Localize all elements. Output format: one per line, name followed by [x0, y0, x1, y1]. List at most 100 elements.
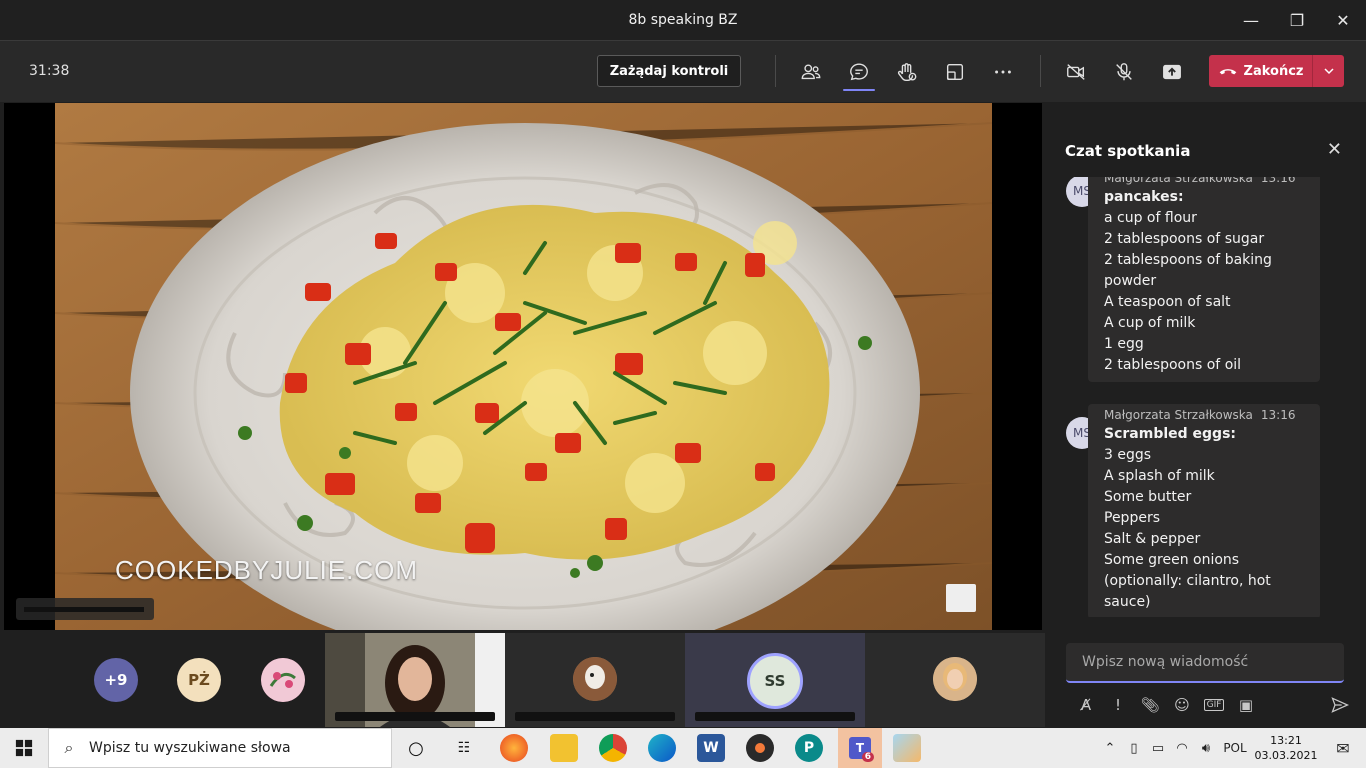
chat-panel-title: Czat spotkania: [1065, 142, 1191, 160]
redacted-name-bar: [335, 712, 495, 721]
word-icon[interactable]: W: [697, 734, 725, 762]
scrambled-eggs-plate-image: [55, 103, 992, 630]
message-line: 2 tablespoons of oil: [1104, 357, 1242, 373]
chat-message: Małgorzata Strzałkowska 13:16 pancakes: a…: [1088, 177, 1320, 382]
message-line: A splash of milk: [1104, 468, 1215, 484]
window-controls: — ❐ ✕: [1228, 0, 1366, 40]
avatar: [573, 657, 617, 701]
video-corner-logo: [946, 584, 976, 612]
send-icon[interactable]: [1324, 693, 1356, 717]
end-call-options-chevron-icon[interactable]: [1312, 55, 1344, 87]
presenter-name-tag: [16, 598, 154, 620]
paint-icon[interactable]: [893, 734, 921, 762]
chat-message: Małgorzata Strzałkowska 13:16 Scrambled e…: [1088, 404, 1320, 617]
restore-icon[interactable]: ❐: [1274, 0, 1320, 40]
edge-icon[interactable]: [648, 734, 676, 762]
wifi-icon[interactable]: ◠: [1170, 741, 1194, 756]
message-meta: Małgorzata Strzałkowska 13:16: [1104, 177, 1304, 187]
redacted-name-bar: [24, 607, 144, 612]
search-icon: ⌕: [64, 738, 74, 757]
message-line: (optionally: cilantro, hot sauce): [1104, 573, 1271, 610]
clock-time: 13:21: [1270, 734, 1302, 747]
file-explorer-icon[interactable]: [550, 734, 578, 762]
format-icon[interactable]: A̸: [1070, 693, 1102, 717]
minimize-icon[interactable]: —: [1228, 0, 1274, 40]
more-actions-icon[interactable]: [988, 57, 1018, 87]
meeting-chat-panel: Czat spotkania ✕ MS Małgorzata Strzałkow…: [1046, 103, 1366, 728]
important-icon[interactable]: !: [1102, 693, 1134, 717]
message-line: 2 tablespoons of baking: [1104, 252, 1272, 268]
message-line: 3 eggs: [1104, 447, 1152, 463]
toolbar-divider: [1040, 55, 1041, 87]
task-view-icon[interactable]: ☷: [450, 734, 478, 762]
overflow-participants-button[interactable]: +9: [94, 658, 138, 702]
firefox-icon[interactable]: [500, 734, 528, 762]
message-time: 13:16: [1260, 177, 1296, 185]
chevron-up-icon[interactable]: ⌃: [1098, 741, 1122, 756]
chat-active-indicator: [843, 89, 875, 91]
sticker-icon[interactable]: ▣: [1230, 693, 1262, 717]
cortana-icon[interactable]: ○: [402, 734, 430, 762]
message-line: Scrambled eggs:: [1104, 426, 1237, 442]
redacted-name-bar: [515, 712, 675, 721]
camera-off-icon[interactable]: [1061, 57, 1091, 87]
input-language[interactable]: POL: [1218, 741, 1252, 755]
compose-toolbar: A̸ ! 📎︎ ☺ GIF ▣: [1070, 693, 1360, 717]
chat-message-list[interactable]: MS Małgorzata Strzałkowska 13:16 pancakes…: [1046, 177, 1366, 617]
close-chat-icon[interactable]: ✕: [1327, 139, 1342, 160]
reactions-icon[interactable]: [892, 57, 922, 87]
window-title: 8b speaking BZ: [628, 12, 738, 28]
windows-taskbar: ⌕ Wpisz tu wyszukiwane słowa ○ ☷ W P T 6…: [0, 728, 1366, 768]
chat-icon[interactable]: [844, 57, 874, 87]
toolbar-divider: [775, 55, 776, 87]
rooms-icon[interactable]: [940, 57, 970, 87]
notifications-icon[interactable]: ✉: [1320, 739, 1366, 758]
teams-badge: 6: [861, 752, 874, 762]
new-message-input[interactable]: [1066, 643, 1344, 681]
pearson-app-icon[interactable]: P: [795, 734, 823, 762]
close-window-icon[interactable]: ✕: [1320, 0, 1366, 40]
gif-icon[interactable]: GIF: [1198, 693, 1230, 717]
participant-strip: +9 PŻ SS: [0, 632, 1046, 728]
message-line: 2 tablespoons of sugar: [1104, 231, 1265, 247]
message-author: Małgorzata Strzałkowska: [1104, 408, 1253, 422]
share-screen-icon[interactable]: [1157, 57, 1187, 87]
mic-off-icon[interactable]: [1109, 57, 1139, 87]
attach-icon[interactable]: 📎︎: [1134, 693, 1166, 717]
chrome-icon[interactable]: [599, 734, 627, 762]
shared-video-stage: COOKEDBYJULIE.COM: [4, 103, 1042, 630]
volume-icon[interactable]: 🔊︎: [1194, 741, 1218, 756]
end-call-main[interactable]: Zakończ: [1209, 55, 1312, 87]
battery-icon[interactable]: ▭: [1146, 741, 1170, 756]
participant-tile[interactable]: [865, 633, 1045, 727]
redacted-name-bar: [695, 712, 855, 721]
message-line: A teaspoon of salt: [1104, 294, 1231, 310]
taskbar-clock[interactable]: 13:21 03.03.2021: [1252, 733, 1320, 763]
avatar[interactable]: [261, 658, 305, 702]
end-call-button[interactable]: Zakończ: [1209, 55, 1344, 87]
device-icon[interactable]: ▯: [1122, 741, 1146, 756]
participant-tile[interactable]: SS: [685, 633, 865, 727]
taskbar-search-placeholder: Wpisz tu wyszukiwane słowa: [89, 740, 291, 756]
teams-taskbar-button[interactable]: T 6: [838, 728, 882, 768]
avatar[interactable]: PŻ: [177, 658, 221, 702]
media-player-icon[interactable]: [746, 734, 774, 762]
avatar: SS: [747, 653, 803, 709]
cooking-video-frame: COOKEDBYJULIE.COM: [55, 103, 992, 630]
participants-icon[interactable]: [796, 57, 826, 87]
request-control-button[interactable]: Zażądaj kontroli: [597, 55, 741, 87]
windows-start-icon[interactable]: [0, 728, 48, 768]
meeting-toolbar: 31:38 Zażądaj kontroli Zakończ: [0, 40, 1366, 102]
message-line: Salt & pepper: [1104, 531, 1201, 547]
participant-tile[interactable]: [505, 633, 685, 727]
message-meta: Małgorzata Strzałkowska 13:16: [1104, 408, 1304, 424]
system-tray: ⌃ ▯ ▭ ◠ 🔊︎ POL 13:21 03.03.2021 ✉: [1098, 728, 1366, 768]
participant-video-tile[interactable]: [325, 633, 505, 727]
new-message-box[interactable]: [1066, 643, 1344, 683]
message-line: a cup of flour: [1104, 210, 1197, 226]
message-time: 13:16: [1260, 408, 1296, 422]
taskbar-search-box[interactable]: ⌕ Wpisz tu wyszukiwane słowa: [48, 728, 392, 768]
clock-date: 03.03.2021: [1254, 749, 1318, 762]
call-timer: 31:38: [29, 63, 70, 79]
emoji-icon[interactable]: ☺: [1166, 693, 1198, 717]
